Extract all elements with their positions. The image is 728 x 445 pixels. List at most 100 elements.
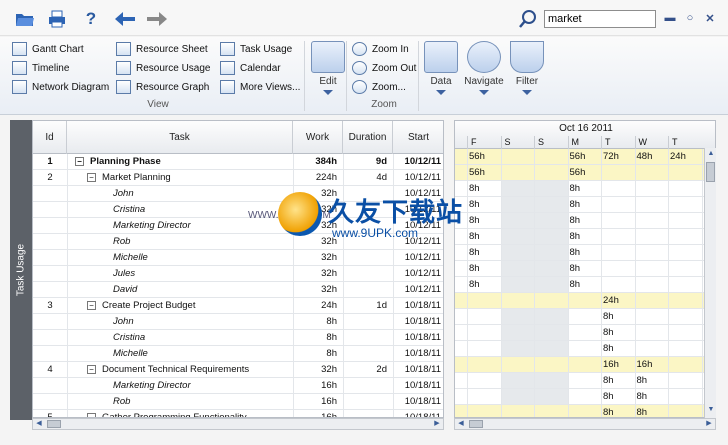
usage-row[interactable]: 8h 8h	[455, 405, 715, 417]
resource-assignment-row[interactable]: Marketing Director 32h 10/12/11	[33, 218, 443, 234]
usage-cell	[534, 197, 568, 213]
cell-duration	[343, 330, 393, 346]
usage-row[interactable]: 16h 16h	[455, 357, 715, 373]
cell-work: 32h	[321, 252, 337, 263]
network-diagram-button[interactable]: Network Diagram	[12, 79, 109, 95]
collapse-toggle-icon[interactable]: −	[87, 172, 96, 182]
resource-assignment-row[interactable]: John 8h 10/18/11	[33, 314, 443, 330]
edit-button[interactable]: Edit	[308, 41, 348, 101]
collapse-toggle-icon[interactable]: −	[75, 156, 84, 166]
task-name: John	[113, 316, 134, 327]
cell-id	[33, 378, 67, 394]
minimize-icon[interactable]: ▬	[662, 10, 678, 26]
calendar-icon	[220, 61, 235, 75]
back-arrow-icon[interactable]	[114, 8, 136, 30]
scroll-down-icon[interactable]: ▼	[705, 406, 717, 416]
resource-graph-button[interactable]: Resource Graph	[116, 79, 209, 95]
open-folder-icon[interactable]	[14, 8, 36, 30]
timeline-label: Timeline	[32, 62, 70, 74]
resource-assignment-row[interactable]: Rob 16h 10/18/11	[33, 394, 443, 410]
usage-cell: 8h	[469, 279, 480, 290]
calendar-button[interactable]: Calendar	[220, 60, 281, 76]
usage-row[interactable]: 8h	[455, 325, 715, 341]
collapse-toggle-icon[interactable]: −	[87, 300, 96, 310]
day-divider	[467, 149, 468, 417]
top-toolbar: ? ▬ ○ ✕	[0, 0, 728, 36]
resource-assignment-row[interactable]: Michelle 32h 10/12/11	[33, 250, 443, 266]
more-views-button[interactable]: More Views...	[220, 79, 300, 95]
resource-assignment-row[interactable]: Jules 32h 10/12/11	[33, 266, 443, 282]
restore-icon[interactable]: ○	[682, 10, 698, 26]
print-icon[interactable]	[46, 8, 68, 30]
task-row[interactable]: 3 − Create Project Budget 24h 1d 10/18/11	[33, 298, 443, 314]
column-header-duration[interactable]: Duration	[343, 121, 393, 154]
cell-work: 32h	[321, 236, 337, 247]
side-tab-task-usage[interactable]: Task Usage	[10, 120, 32, 420]
scroll-thumb[interactable]	[706, 162, 715, 182]
usage-row[interactable]: 8h 8h	[455, 277, 715, 293]
chart-vertical-scrollbar[interactable]: ▲ ▼	[704, 148, 716, 418]
scroll-thumb[interactable]	[47, 420, 61, 428]
chevron-down-icon	[479, 90, 489, 95]
usage-row[interactable]: 8h 8h	[455, 197, 715, 213]
usage-row[interactable]: 8h	[455, 309, 715, 325]
usage-row[interactable]: 8h 8h	[455, 229, 715, 245]
column-header-start[interactable]: Start	[393, 121, 443, 154]
usage-row[interactable]: 8h 8h	[455, 261, 715, 277]
resource-usage-button[interactable]: Resource Usage	[116, 60, 210, 76]
help-icon[interactable]: ?	[80, 8, 102, 30]
day-divider	[534, 149, 535, 417]
usage-row[interactable]: 8h 8h	[455, 213, 715, 229]
usage-cell	[635, 165, 669, 181]
usage-row[interactable]: 56h 56h	[455, 165, 715, 181]
resource-assignment-row[interactable]: Rob 32h 10/12/11	[33, 234, 443, 250]
grid-horizontal-scrollbar[interactable]: ◀ ▶	[32, 418, 444, 430]
scroll-right-icon[interactable]: ▶	[703, 419, 715, 429]
resource-assignment-row[interactable]: Cristina 32h 10/12/11	[33, 202, 443, 218]
timeline-button[interactable]: Timeline	[12, 60, 69, 76]
zoom-dialog-button[interactable]: Zoom...	[352, 79, 406, 95]
resource-assignment-row[interactable]: Cristina 8h 10/18/11	[33, 330, 443, 346]
usage-row[interactable]: 8h 8h	[455, 181, 715, 197]
resource-assignment-row[interactable]: John 32h 10/12/11	[33, 186, 443, 202]
usage-cell: 8h	[603, 375, 614, 386]
scroll-thumb[interactable]	[469, 420, 483, 428]
zoom-out-button[interactable]: Zoom Out	[352, 60, 416, 76]
gantt-chart-button[interactable]: Gantt Chart	[12, 41, 84, 57]
resource-sheet-button[interactable]: Resource Sheet	[116, 41, 208, 57]
usage-row[interactable]: 56h 56h 72h 48h 24h	[455, 149, 715, 165]
data-button[interactable]: Data	[421, 41, 461, 101]
task-row[interactable]: 4 − Document Technical Requirements 32h 2d 10…	[33, 362, 443, 378]
scroll-up-icon[interactable]: ▲	[705, 150, 717, 160]
column-header-task[interactable]: Task	[67, 121, 293, 154]
usage-row[interactable]: 24h	[455, 293, 715, 309]
usage-cell	[534, 389, 568, 405]
cell-task: David	[67, 282, 293, 298]
usage-cell	[534, 341, 568, 357]
column-header-work[interactable]: Work	[293, 121, 343, 154]
zoom-in-button[interactable]: Zoom In	[352, 41, 409, 57]
column-header-id[interactable]: Id	[33, 121, 67, 154]
resource-assignment-row[interactable]: Michelle 8h 10/18/11	[33, 346, 443, 362]
collapse-toggle-icon[interactable]: −	[87, 364, 96, 374]
search-icon[interactable]	[518, 9, 538, 29]
scroll-left-icon[interactable]: ◀	[33, 419, 45, 429]
resource-assignment-row[interactable]: Marketing Director 16h 10/18/11	[33, 378, 443, 394]
task-row[interactable]: 1 − Planning Phase 384h 9d 10/12/11	[33, 154, 443, 170]
task-row[interactable]: 2 − Market Planning 224h 4d 10/12/11	[33, 170, 443, 186]
usage-row[interactable]: 8h 8h	[455, 389, 715, 405]
usage-row[interactable]: 8h 8h	[455, 245, 715, 261]
scroll-right-icon[interactable]: ▶	[431, 419, 443, 429]
forward-arrow-icon[interactable]	[146, 8, 168, 30]
filter-button[interactable]: Filter	[507, 41, 547, 101]
close-icon[interactable]: ✕	[702, 10, 718, 26]
usage-row[interactable]: 8h 8h	[455, 373, 715, 389]
navigate-button[interactable]: Navigate	[462, 41, 506, 101]
resource-assignment-row[interactable]: David 32h 10/12/11	[33, 282, 443, 298]
search-input[interactable]	[544, 10, 656, 28]
chart-horizontal-scrollbar[interactable]: ◀ ▶	[454, 418, 716, 430]
task-usage-button[interactable]: Task Usage	[220, 41, 292, 57]
task-row[interactable]: 5 − Gather Programming Functionality 16h 10/…	[33, 410, 443, 417]
usage-row[interactable]: 8h	[455, 341, 715, 357]
scroll-left-icon[interactable]: ◀	[455, 419, 467, 429]
